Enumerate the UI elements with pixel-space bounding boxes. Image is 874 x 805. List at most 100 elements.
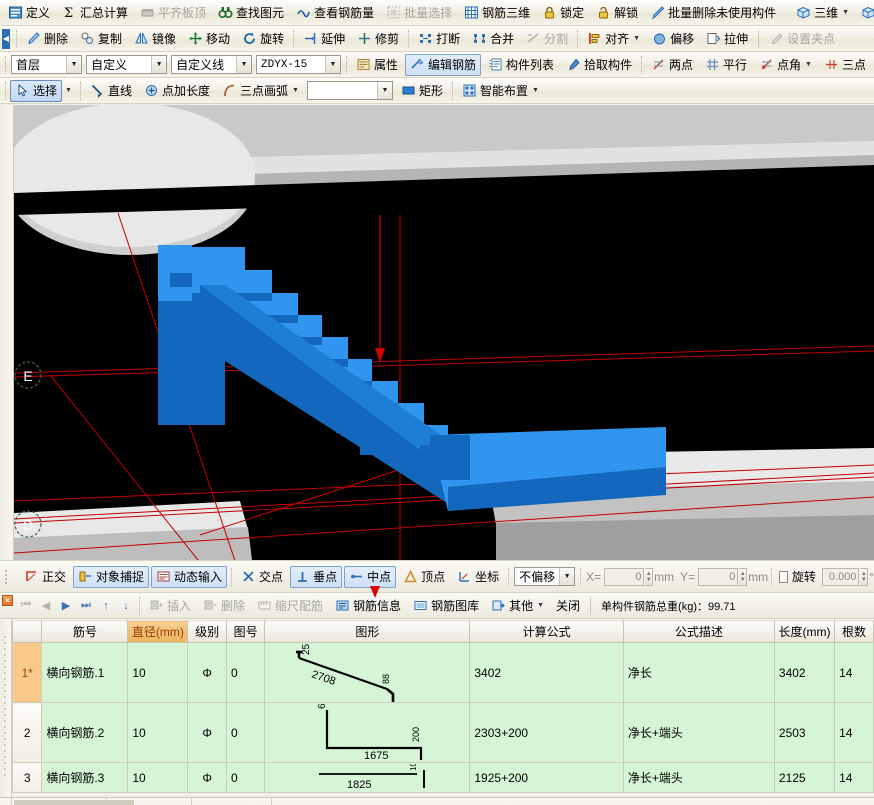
footer-cell-3[interactable]: (mm) [192, 798, 272, 805]
rotate-checkbox[interactable] [779, 570, 788, 583]
object-snap-toggle[interactable]: 对象捕捉 [73, 565, 150, 588]
toolbar-item-split[interactable]: 分割 [521, 28, 573, 50]
col-figno[interactable]: 图号 [225, 620, 266, 643]
col-length[interactable]: 长度(mm) [773, 620, 836, 643]
chevron-down-icon[interactable]: ▼ [151, 56, 167, 73]
cell-length[interactable]: 3402 [773, 642, 836, 703]
viewport-canvas[interactable]: E D [0, 105, 874, 560]
cell-formula[interactable]: 1925+200 [469, 762, 624, 793]
cell-diameter[interactable]: 10 [127, 702, 189, 763]
chevron-down-icon[interactable]: ▼ [537, 602, 544, 609]
edit-rebar-button[interactable]: 编辑钢筋 [404, 53, 481, 76]
nav-up-button[interactable]: ↑ [96, 600, 116, 612]
cell-figure-no[interactable]: 0 [225, 702, 266, 763]
cell-length[interactable]: 2125 [773, 762, 836, 793]
cell-formula[interactable]: 2303+200 [469, 702, 624, 763]
component-sub-select[interactable]: 自定义线 ▼ [171, 55, 253, 74]
cell-rebar-name[interactable]: 横向钢筋.2 [41, 702, 129, 763]
cell-description[interactable]: 净长+端头 [622, 762, 775, 793]
select-tool-button[interactable]: 选择 [10, 79, 63, 102]
rebar-panel-close-icon[interactable]: × [2, 595, 13, 606]
smart-layout-button[interactable]: 智能布置 ▼ [457, 80, 544, 102]
three-point-arc-button[interactable]: 三点画弧 ▼ [217, 80, 304, 102]
rebar-table[interactable]: 筋号 直径(mm) 级别 图号 图形 计算公式 公式描述 长度(mm) 根数 1… [11, 620, 874, 793]
rebar-library-button[interactable]: 钢筋图库 [408, 595, 484, 617]
toolbar-item-define[interactable]: 定义 [3, 2, 55, 24]
toolbar-item-3d-view[interactable]: 三维 ▼ [791, 2, 854, 24]
rotate-input[interactable]: 0.000 [821, 567, 860, 586]
point-length-tool-button[interactable]: 点加长度 [139, 80, 215, 102]
chevron-down-icon[interactable]: ▼ [66, 56, 82, 73]
cell-formula[interactable]: 3402 [469, 642, 624, 703]
cell-count[interactable]: 14 [834, 702, 874, 763]
col-name[interactable]: 筋号 [41, 620, 129, 643]
rotate-spinner[interactable]: ▲ ▼ [860, 567, 869, 586]
cell-diameter[interactable]: 10 [127, 762, 189, 793]
row-number[interactable]: 2 [11, 702, 43, 763]
dynamic-input-toggle[interactable]: 动态输入 [151, 565, 228, 588]
snap-perpendicular[interactable]: 垂点 [290, 565, 343, 588]
toolbar-item-offset[interactable]: 偏移 [647, 28, 699, 50]
cell-description[interactable]: 净长+端头 [622, 702, 775, 763]
table-row[interactable]: 3 横向钢筋.3 10 Φ 0 1825 100 1925+200 净长+端头 … [11, 762, 874, 793]
snap-coordinate[interactable]: 坐标 [452, 566, 504, 588]
other-button[interactable]: 其他 ▼ [486, 595, 549, 617]
toolbar-item-break[interactable]: 打断 [413, 28, 465, 50]
col-diameter[interactable]: 直径(mm) [127, 620, 189, 643]
nav-prev-button[interactable]: ◀ [36, 599, 56, 612]
row-number[interactable]: 3 [11, 762, 43, 793]
toolbar-item-set-grip[interactable]: 设置夹点 [764, 28, 840, 50]
toolbar-item-copy[interactable]: 复制 [75, 28, 127, 50]
cell-figure-no[interactable]: 0 [225, 762, 266, 793]
snap-midpoint[interactable]: 中点 [344, 565, 397, 588]
toolbar-item-delete[interactable]: 删除 [21, 28, 73, 50]
toolbar-item-summary-calc[interactable]: Σ 汇总计算 [57, 2, 133, 24]
toolbar-item-align-slab-top[interactable]: 平齐板顶 [135, 2, 211, 24]
chevron-down-icon[interactable]: ▼ [292, 87, 299, 94]
chevron-down-icon[interactable]: ▼ [805, 61, 812, 68]
row-number[interactable]: 1* [11, 642, 43, 703]
x-coord-spinner[interactable]: ▲ ▼ [645, 567, 654, 586]
toolbar-item-unlock[interactable]: 解锁 [591, 2, 643, 24]
cell-rebar-name[interactable]: 横向钢筋.3 [41, 762, 129, 793]
chevron-down-icon[interactable]: ▼ [532, 87, 539, 94]
toolbar-item-move[interactable]: 移动 [183, 28, 235, 50]
cell-diameter[interactable]: 10 [127, 642, 189, 703]
point-angle-button[interactable]: 点角 ▼ [754, 54, 817, 76]
col-count[interactable]: 根数 [834, 620, 874, 643]
toolbar-item-stretch[interactable]: 拉伸 [701, 28, 753, 50]
col-rownum[interactable] [11, 620, 43, 643]
chevron-down-icon[interactable]: ▼ [65, 87, 72, 94]
toolbar-item-rebar-3d[interactable]: 钢筋三维 [459, 2, 535, 24]
chevron-down-icon[interactable]: ▼ [559, 568, 575, 585]
chevron-down-icon[interactable]: ▼ [842, 9, 849, 16]
delete-row-button[interactable]: 删除 [198, 595, 250, 617]
cell-shape-diagram[interactable]: 627 1675 200 [264, 702, 471, 763]
cell-shape-diagram[interactable]: 255 2708 88 [264, 642, 471, 703]
horizontal-scrollbar-thumb[interactable] [14, 800, 134, 805]
cell-description[interactable]: 净长 [622, 642, 775, 703]
toolbar-item-merge[interactable]: 合并 [467, 28, 519, 50]
toolbar-item-align[interactable]: 对齐 ▼ [582, 28, 645, 50]
col-formula[interactable]: 计算公式 [469, 620, 624, 643]
ortho-toggle[interactable]: 正交 [19, 566, 71, 588]
chevron-down-icon[interactable]: ▼ [324, 56, 340, 73]
table-row[interactable]: 1* 横向钢筋.1 10 Φ 0 255 2708 88 3402 净长 340… [11, 642, 874, 703]
toolbar-item-top-view[interactable]: 俯视 [856, 2, 874, 24]
close-button[interactable]: 关闭 [551, 595, 585, 617]
scale-rebar-button[interactable]: 缩尺配筋 [252, 595, 328, 617]
col-desc[interactable]: 公式描述 [622, 620, 775, 643]
cell-grade[interactable]: Φ [187, 762, 227, 793]
component-name-select[interactable]: ZDYX-15 ▼ [256, 55, 341, 74]
chevron-down-icon[interactable]: ▼ [236, 56, 252, 73]
component-type-select[interactable]: 自定义 ▼ [86, 55, 168, 74]
toolbar-item-trim[interactable]: 修剪 [352, 28, 404, 50]
two-point-button[interactable]: 两点 [646, 54, 698, 76]
col-grade[interactable]: 级别 [187, 620, 227, 643]
offset-mode-select[interactable]: 不偏移 ▼ [514, 567, 576, 586]
properties-button[interactable]: 属性 [351, 54, 403, 76]
table-row[interactable]: 2 横向钢筋.2 10 Φ 0 627 1675 200 2303+200 净长… [11, 702, 874, 763]
snap-intersection[interactable]: 交点 [236, 566, 288, 588]
parallel-button[interactable]: 平行 [700, 54, 752, 76]
col-shape[interactable]: 图形 [264, 620, 471, 643]
